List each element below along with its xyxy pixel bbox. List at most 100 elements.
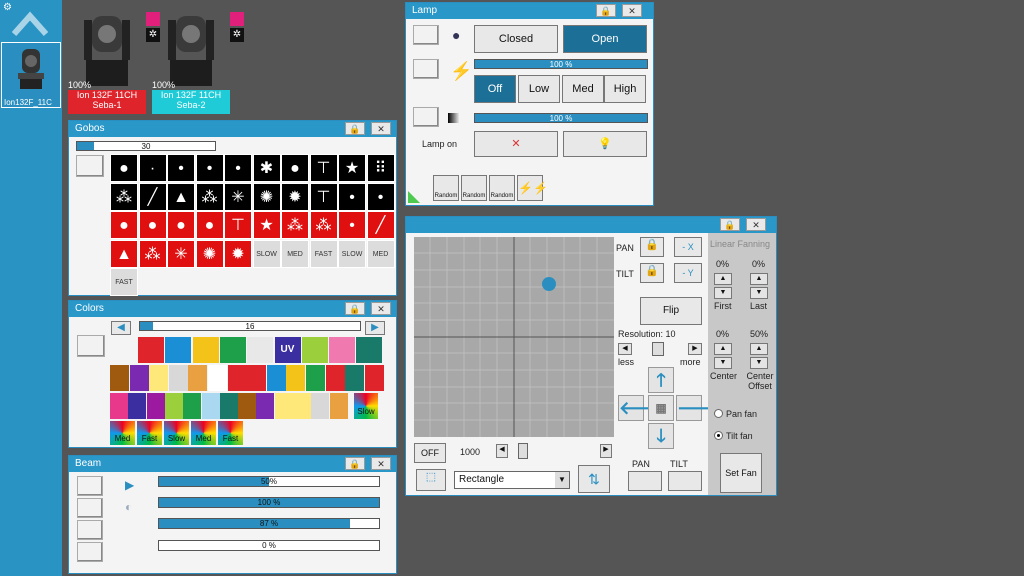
- shutter-select-box[interactable]: [413, 25, 439, 45]
- color-swatch[interactable]: [165, 337, 192, 363]
- color-swatch[interactable]: [129, 365, 149, 391]
- gobo-item[interactable]: •: [338, 182, 366, 211]
- center-button[interactable]: ▦: [648, 395, 674, 421]
- gobo-item[interactable]: ★: [338, 154, 366, 182]
- color-swatch[interactable]: [227, 365, 247, 391]
- gobo-select-box[interactable]: [76, 155, 104, 177]
- arrow-up-button[interactable]: 🡑: [648, 367, 674, 393]
- tilt-value-box[interactable]: [668, 471, 702, 491]
- tilt-lock-button[interactable]: 🔒: [640, 263, 664, 283]
- close-icon[interactable]: ✕: [371, 122, 391, 135]
- speed-more-button[interactable]: ▶: [600, 444, 612, 458]
- pan-fan-radio[interactable]: [714, 409, 723, 418]
- color-wheel-button[interactable]: Slow: [164, 421, 189, 445]
- color-swatch[interactable]: [110, 365, 129, 391]
- zoom-bar[interactable]: 50%: [158, 476, 380, 487]
- color-wheel-slow-button[interactable]: Slow: [354, 393, 378, 419]
- color-swatch[interactable]: [325, 365, 345, 391]
- color-wheel-button[interactable]: Fast: [218, 421, 243, 445]
- resolution-less-button[interactable]: ◀: [618, 343, 632, 355]
- gobo-slider[interactable]: 30: [76, 141, 216, 151]
- color-swatch[interactable]: [345, 365, 365, 391]
- set-fan-button[interactable]: Set Fan: [720, 453, 762, 493]
- lock-icon[interactable]: 🔒: [596, 4, 616, 17]
- gobo-item[interactable]: ●: [110, 154, 138, 182]
- pantilt-grid[interactable]: [414, 237, 614, 437]
- color-swatch[interactable]: [219, 393, 238, 419]
- color-swatch[interactable]: [266, 365, 286, 391]
- lamp-off-button[interactable]: ✕: [474, 131, 558, 157]
- random-lightning-button[interactable]: ⚡⚡: [517, 175, 548, 201]
- gobo-item[interactable]: ✹: [281, 182, 309, 211]
- speed-less-button[interactable]: ◀: [496, 444, 508, 458]
- off-button[interactable]: Off: [474, 75, 516, 103]
- strobe-select-box[interactable]: [413, 59, 439, 79]
- gobo-item[interactable]: ╱: [138, 182, 167, 211]
- iris-select-box[interactable]: [77, 520, 103, 540]
- offset-down-button[interactable]: ▼: [750, 357, 768, 369]
- gobo-item[interactable]: ✹: [224, 239, 252, 268]
- frost-select-box[interactable]: [77, 542, 103, 562]
- color-swatch[interactable]: [219, 337, 246, 363]
- shape-dropdown[interactable]: Rectangle ▼: [454, 471, 570, 489]
- arrow-left-button[interactable]: 🡐: [618, 395, 667, 421]
- shape-select-icon[interactable]: ⬚: [416, 469, 446, 491]
- color-swatch[interactable]: [201, 393, 220, 419]
- next-color-button[interactable]: ▶: [365, 321, 385, 335]
- color-swatch[interactable]: [128, 393, 147, 419]
- color-swatch[interactable]: [256, 393, 275, 419]
- color-slider[interactable]: 16: [139, 321, 361, 331]
- flip-button[interactable]: Flip: [640, 297, 702, 325]
- color-swatch[interactable]: [168, 365, 188, 391]
- dimmer-select-box[interactable]: [413, 107, 439, 127]
- color-swatch[interactable]: [364, 365, 384, 391]
- gobo-item[interactable]: ⁂: [281, 211, 309, 239]
- first-up-button[interactable]: ▲: [714, 273, 732, 285]
- gobo-item[interactable]: ●: [138, 211, 167, 239]
- gobo-item[interactable]: ·: [138, 154, 167, 182]
- swap-axes-button[interactable]: ⇅: [578, 465, 610, 493]
- color-swatch[interactable]: UV: [274, 337, 301, 363]
- color-swatch[interactable]: [306, 365, 325, 391]
- color-swatch[interactable]: [293, 393, 311, 419]
- prev-color-button[interactable]: ◀: [111, 321, 131, 335]
- color-wheel-button[interactable]: Med: [191, 421, 216, 445]
- color-swatch[interactable]: [247, 337, 274, 363]
- high-button[interactable]: High: [604, 75, 646, 103]
- gobo-item[interactable]: SLOW: [252, 239, 281, 268]
- open-button[interactable]: Open: [563, 25, 647, 53]
- arrow-down-button[interactable]: 🡓: [648, 423, 674, 449]
- color-swatch[interactable]: [311, 393, 330, 419]
- gobo-item[interactable]: ⠿: [366, 154, 395, 182]
- center-down-button[interactable]: ▼: [714, 357, 732, 369]
- color-swatch[interactable]: [247, 365, 267, 391]
- gobo-item[interactable]: MED: [366, 239, 395, 268]
- lock-icon[interactable]: 🔒: [720, 218, 740, 231]
- color-swatch[interactable]: [188, 365, 208, 391]
- gobo-item[interactable]: ⁂: [309, 211, 338, 239]
- minus-x-button[interactable]: - X: [674, 237, 702, 257]
- tilt-fan-radio[interactable]: [714, 431, 723, 440]
- color-swatch[interactable]: [356, 337, 383, 363]
- chevron-up-icon[interactable]: [11, 8, 49, 38]
- last-down-button[interactable]: ▼: [750, 287, 768, 299]
- gobo-item[interactable]: •: [338, 211, 366, 239]
- pan-value-box[interactable]: [628, 471, 662, 491]
- gobo-item[interactable]: MED: [281, 239, 309, 268]
- color-swatch[interactable]: [183, 393, 202, 419]
- color-swatch[interactable]: [301, 337, 328, 363]
- resolution-more-button[interactable]: ▶: [688, 343, 702, 355]
- gobo-item[interactable]: ✺: [252, 182, 281, 211]
- gobo-item[interactable]: ▲: [110, 239, 138, 268]
- gobo-item[interactable]: ●: [110, 211, 138, 239]
- gobo-item[interactable]: ●: [167, 211, 195, 239]
- iris-bar[interactable]: 87 %: [158, 518, 380, 529]
- speed-thumb[interactable]: [518, 443, 528, 459]
- color-swatch[interactable]: [238, 393, 257, 419]
- color-swatch[interactable]: [146, 393, 165, 419]
- close-icon[interactable]: ✕: [746, 218, 766, 231]
- dimmer-bar[interactable]: 100 %: [474, 113, 648, 123]
- color-swatch[interactable]: [138, 337, 164, 363]
- gobo-item[interactable]: ★: [252, 211, 281, 239]
- close-icon[interactable]: ✕: [371, 457, 391, 470]
